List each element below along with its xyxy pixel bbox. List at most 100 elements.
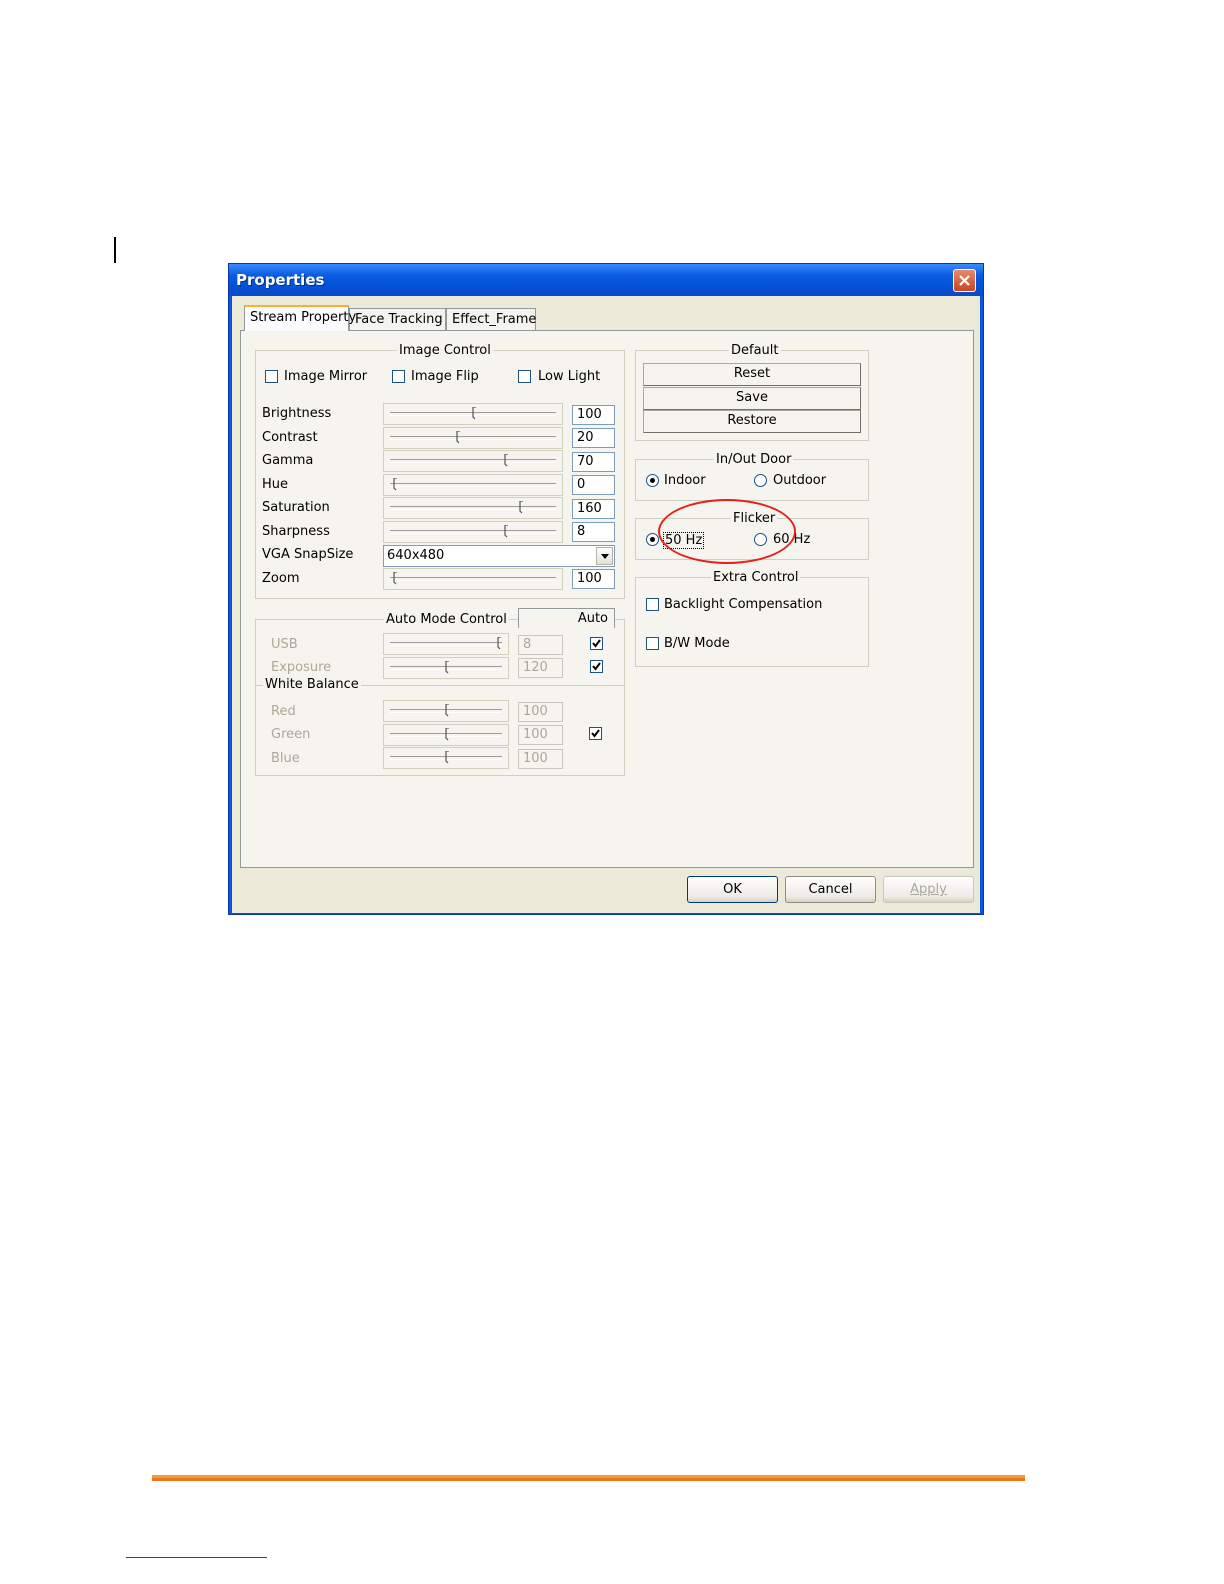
stream-property-panel: Image Control Image Mirror Image Flip Lo… [240,330,974,868]
usb-auto-checkbox[interactable] [590,637,603,650]
blue-slider [383,747,509,769]
extra-control-group: Extra Control Backlight Compensation B/W… [635,570,869,667]
slider-thumb[interactable] [503,454,509,467]
brightness-label: Brightness [262,406,332,421]
slider-thumb[interactable] [444,704,450,717]
indoor-label: Indoor [664,473,706,488]
save-button[interactable]: Save [643,387,861,410]
auto-header-label: Auto [577,611,608,626]
slider-thumb[interactable] [471,407,477,420]
slider-thumb[interactable] [444,661,450,674]
gamma-value[interactable]: 70 [572,452,615,472]
tab-label: Effect_Frame [452,312,537,327]
saturation-slider[interactable] [383,497,563,519]
contrast-slider[interactable] [383,427,563,449]
indoor-radio[interactable] [646,474,659,487]
cancel-button[interactable]: Cancel [785,876,876,903]
slider-thumb[interactable] [496,637,502,650]
slider-thumb[interactable] [518,501,524,514]
backlight-compensation-label: Backlight Compensation [664,597,823,612]
vga-snapsize-label: VGA SnapSize [262,547,354,562]
inout-door-legend: In/Out Door [714,452,794,467]
dropdown-button[interactable] [596,547,613,565]
exposure-slider [383,657,509,679]
low-light-checkbox[interactable] [518,370,531,383]
slider-thumb[interactable] [392,572,398,585]
margin-change-bar [114,237,116,263]
hue-slider[interactable] [383,474,563,496]
close-button[interactable] [953,269,976,292]
image-control-group: Image Control Image Mirror Image Flip Lo… [255,343,625,599]
window-title: Properties [236,271,325,289]
dialog-client-area: Stream Property Face Tracking Effect_Fra… [232,296,980,913]
restore-button[interactable]: Restore [643,410,861,433]
footnote-separator [126,1557,267,1558]
exposure-label: Exposure [271,660,332,675]
outdoor-label: Outdoor [773,473,827,488]
bw-mode-checkbox[interactable] [646,637,659,650]
50hz-radio[interactable] [646,533,659,546]
white-balance-auto-checkbox[interactable] [589,727,602,740]
saturation-value[interactable]: 160 [572,499,615,519]
vga-snapsize-select[interactable]: 640x480 [383,545,615,567]
reset-button[interactable]: Reset [643,363,861,386]
saturation-label: Saturation [262,500,330,515]
contrast-label: Contrast [262,430,318,445]
slider-thumb[interactable] [444,728,450,741]
zoom-slider[interactable] [383,568,563,590]
zoom-value[interactable]: 100 [572,569,615,589]
slider-thumb[interactable] [455,431,461,444]
white-balance-legend: White Balance [263,677,361,692]
contrast-value[interactable]: 20 [572,428,615,448]
red-value: 100 [518,702,563,722]
gamma-label: Gamma [262,453,314,468]
gamma-slider[interactable] [383,450,563,472]
image-mirror-checkbox[interactable] [265,370,278,383]
exposure-auto-checkbox[interactable] [590,660,603,673]
auto-mode-control-group: Auto Mode Control Auto USB 8 Exposure 12… [255,608,625,776]
image-flip-label: Image Flip [411,369,479,384]
vga-snapsize-value: 640x480 [387,548,445,563]
red-label: Red [271,704,296,719]
image-mirror-label: Image Mirror [284,369,368,384]
backlight-compensation-checkbox[interactable] [646,598,659,611]
brightness-slider[interactable] [383,403,563,425]
tab-effect-frame[interactable]: Effect_Frame [446,308,536,330]
properties-dialog: Properties Stream Property Face Tracking… [228,263,984,915]
green-label: Green [271,727,311,742]
slider-thumb[interactable] [503,525,509,538]
tab-label: Stream Property [250,310,357,325]
inout-door-group: In/Out Door Indoor Outdoor [635,452,869,501]
image-control-legend: Image Control [397,343,493,358]
60hz-radio[interactable] [754,533,767,546]
footer-rule [152,1475,1025,1481]
usb-slider [383,633,509,655]
tab-stream-property[interactable]: Stream Property [244,305,356,331]
50hz-label: 50 Hz [663,532,705,549]
sharpness-slider[interactable] [383,521,563,543]
hue-label: Hue [262,477,289,492]
extra-control-legend: Extra Control [711,570,801,585]
slider-thumb[interactable] [392,478,398,491]
outdoor-radio[interactable] [754,474,767,487]
blue-value: 100 [518,749,563,769]
default-legend: Default [729,343,781,358]
radio-selected-dot [650,537,655,542]
bw-mode-label: B/W Mode [664,636,730,651]
low-light-label: Low Light [538,369,601,384]
sharpness-value[interactable]: 8 [572,522,615,542]
green-value: 100 [518,725,563,745]
image-flip-checkbox[interactable] [392,370,405,383]
brightness-value[interactable]: 100 [572,405,615,425]
flicker-group: Flicker 50 Hz 60 Hz [635,511,869,560]
exposure-value: 120 [518,658,563,678]
hue-value[interactable]: 0 [572,475,615,495]
auto-column-header: Auto [518,608,615,628]
slider-thumb[interactable] [444,751,450,764]
ok-button[interactable]: OK [687,876,778,903]
apply-button[interactable]: Apply [883,876,974,903]
checkmark-icon [591,729,600,738]
tab-face-tracking[interactable]: Face Tracking [349,308,446,330]
usb-value: 8 [518,635,563,655]
title-bar[interactable]: Properties [229,264,983,296]
